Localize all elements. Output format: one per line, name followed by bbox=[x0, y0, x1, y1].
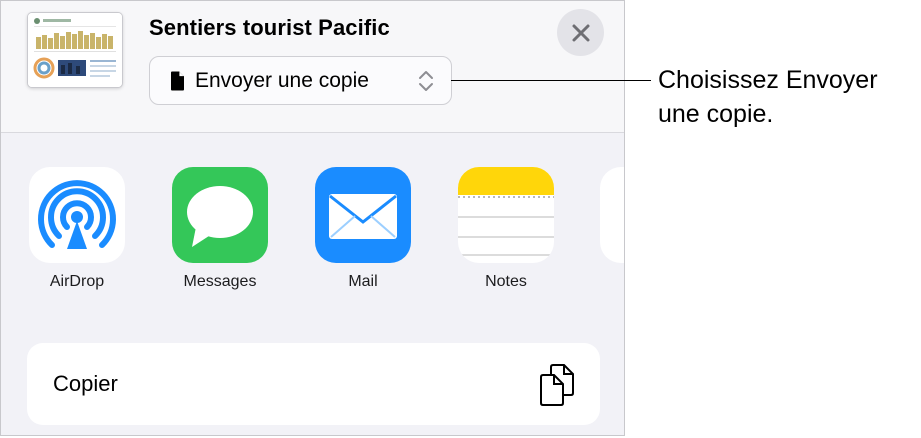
app-label-airdrop: AirDrop bbox=[49, 273, 105, 290]
copy-action-label: Copier bbox=[53, 371, 118, 396]
share-sheet: Sentiers tourist Pacific Envoyer une cop… bbox=[0, 0, 625, 436]
share-app-notes[interactable]: Notes bbox=[458, 167, 554, 290]
mail-icon bbox=[315, 167, 411, 263]
send-format-select[interactable]: Envoyer une copie bbox=[149, 56, 452, 105]
airdrop-icon bbox=[29, 167, 125, 263]
messages-icon bbox=[172, 167, 268, 263]
share-sheet-header: Sentiers tourist Pacific Envoyer une cop… bbox=[1, 1, 624, 133]
share-app-airdrop[interactable]: AirDrop bbox=[29, 167, 125, 290]
share-app-mail[interactable]: Mail bbox=[315, 167, 411, 290]
close-button[interactable] bbox=[557, 9, 604, 56]
close-icon bbox=[572, 24, 589, 41]
callout-text: Choisissez Envoyer une copie. bbox=[658, 66, 878, 128]
callout-leader-line bbox=[451, 80, 651, 81]
copy-icon bbox=[540, 364, 574, 406]
app-label-messages: Messages bbox=[183, 273, 257, 290]
send-format-value: Envoyer une copie bbox=[195, 69, 369, 92]
chevron-up-down-icon bbox=[419, 71, 433, 91]
share-app-messages[interactable]: Messages bbox=[172, 167, 268, 290]
copy-action-row[interactable]: Copier bbox=[27, 343, 600, 425]
document-thumbnail bbox=[27, 12, 123, 88]
document-title: Sentiers tourist Pacific bbox=[149, 15, 390, 40]
app-label-mail: Mail bbox=[348, 273, 378, 290]
document-icon bbox=[171, 71, 184, 91]
app-label-notes: Notes bbox=[485, 273, 527, 290]
share-app-more[interactable] bbox=[600, 167, 624, 263]
notes-icon bbox=[458, 167, 554, 263]
